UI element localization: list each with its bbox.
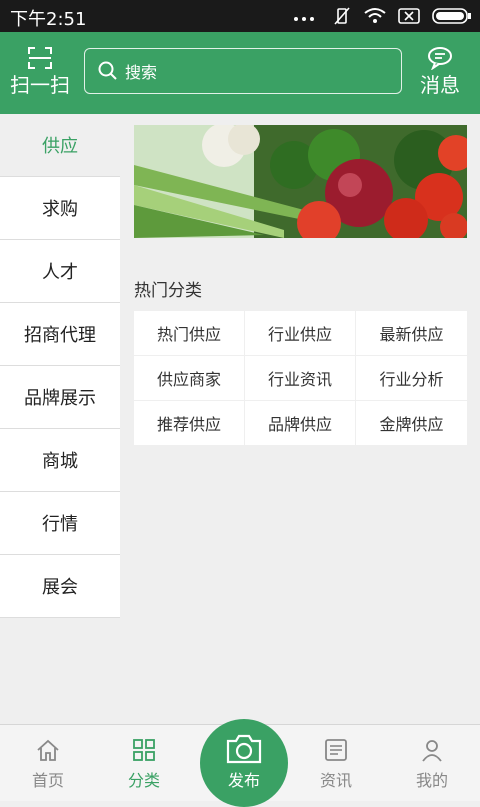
hot-categories-title: 热门分类 [134,281,202,301]
publish-label: 发布 [227,771,260,790]
publish-button[interactable]: 发布 [200,719,288,807]
sim-x-icon [398,8,420,24]
sidebar-item-mall[interactable]: 商城 [0,429,120,492]
tab-mine-label: 我的 [415,771,448,790]
tab-mine[interactable]: 我的 [384,737,480,791]
sidebar-item-purchase[interactable]: 求购 [0,177,120,240]
tab-category-label: 分类 [127,771,160,790]
scan-icon [28,47,52,69]
sidebar-item-agency[interactable]: 招商代理 [0,303,120,366]
category-cell[interactable]: 行业分析 [356,356,467,400]
bottom-nav: 首页 分类 发布 资讯 我的 [0,719,480,807]
scan-label: 扫一扫 [10,73,70,97]
tab-home-label: 首页 [31,771,64,790]
app-header: 扫一扫 搜索 消息 [0,32,480,114]
banner-image[interactable] [134,125,467,238]
category-sidebar: 供应 求购 人才 招商代理 品牌展示 商城 行情 展会 [0,114,120,618]
battery-icon [432,8,471,24]
sidebar-item-brand[interactable]: 品牌展示 [0,366,120,429]
tab-category[interactable]: 分类 [96,737,192,791]
category-cell[interactable]: 最新供应 [356,311,467,355]
sidebar-item-market[interactable]: 行情 [0,492,120,555]
tab-news-label: 资讯 [319,771,352,790]
category-cell[interactable]: 推荐供应 [134,401,244,445]
camera-icon [226,734,262,764]
home-icon [37,739,59,761]
news-icon [325,739,347,761]
signal-dots-icon [294,17,314,21]
message-icon [428,47,452,71]
vegetables-banner-image [134,125,467,238]
tab-home[interactable]: 首页 [0,737,96,791]
search-placeholder: 搜索 [125,63,158,82]
category-cell[interactable]: 供应商家 [134,356,244,400]
category-cell[interactable]: 金牌供应 [356,401,467,445]
sidebar-item-talent[interactable]: 人才 [0,240,120,303]
message-label: 消息 [420,73,460,97]
category-cell[interactable]: 热门供应 [134,311,244,355]
search-input[interactable]: 搜索 [84,48,402,94]
vibrate-off-icon [334,7,350,25]
search-icon [98,61,117,80]
sidebar-item-supply[interactable]: 供应 [0,114,120,177]
message-button[interactable]: 消息 [416,46,464,96]
tab-news[interactable]: 资讯 [288,737,384,791]
category-cell[interactable]: 品牌供应 [245,401,355,445]
grid-icon [133,739,155,761]
sidebar-item-expo[interactable]: 展会 [0,555,120,618]
category-cell[interactable]: 行业供应 [245,311,355,355]
wifi-icon [364,8,386,23]
scan-button[interactable]: 扫一扫 [8,46,72,96]
user-icon [422,740,442,762]
status-bar: 下午2:51 [0,0,480,32]
status-time: 下午2:51 [10,9,87,30]
category-cell[interactable]: 行业资讯 [245,356,355,400]
status-icons [292,6,472,26]
category-grid: 热门供应 行业供应 最新供应 供应商家 行业资讯 行业分析 推荐供应 品牌供应 … [134,311,467,445]
